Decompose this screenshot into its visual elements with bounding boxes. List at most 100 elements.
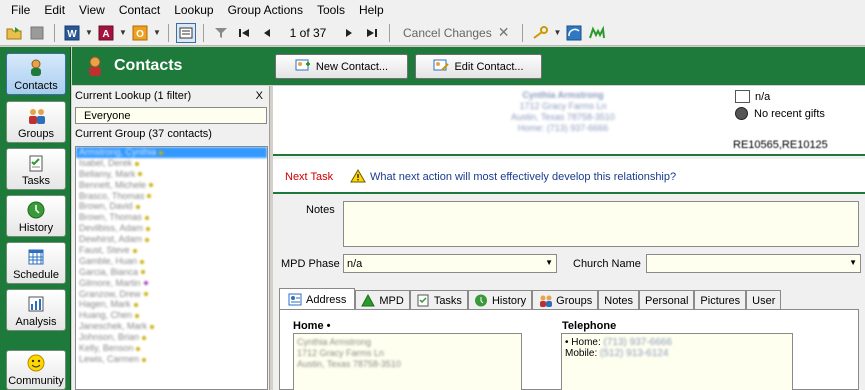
list-item[interactable]: Janeschek, Mark bbox=[76, 321, 267, 332]
record-counter: 1 of 37 bbox=[289, 25, 327, 40]
menu-contact[interactable]: Contact bbox=[112, 3, 167, 17]
mpd-phase-select[interactable]: n/a ▼ bbox=[343, 254, 557, 273]
menu-view[interactable]: View bbox=[72, 3, 112, 17]
groups-icon bbox=[27, 107, 45, 125]
previous-record-icon[interactable] bbox=[257, 23, 277, 43]
stop-icon[interactable] bbox=[27, 23, 47, 43]
list-item[interactable]: Lewis, Carmen bbox=[76, 354, 267, 365]
key-icon[interactable] bbox=[530, 23, 550, 43]
list-item[interactable]: Dewhirst, Adam bbox=[76, 234, 267, 245]
address-tab-panel: Home • Cynthia Armstrong 1712 Gracy Farm… bbox=[279, 309, 859, 390]
list-item[interactable]: Bennett, Michele bbox=[76, 180, 267, 191]
tab-pictures[interactable]: Pictures bbox=[694, 290, 747, 310]
last-record-icon[interactable] bbox=[362, 23, 382, 43]
sidebar-item-contacts[interactable]: Contacts bbox=[6, 53, 66, 95]
tab-history[interactable]: History bbox=[467, 290, 533, 310]
tab-notes[interactable]: Notes bbox=[598, 290, 639, 310]
contacts-header: Contacts New Contact... Edit Contact... bbox=[72, 47, 865, 85]
list-item[interactable]: Devilbiss, Adam bbox=[76, 223, 267, 234]
key-dropdown-icon[interactable]: ▼ bbox=[553, 28, 561, 37]
list-item[interactable]: Faust, Steve bbox=[76, 245, 267, 256]
next-task-prompt[interactable]: What next action will most effectively d… bbox=[370, 171, 676, 183]
sidebar-item-history[interactable]: History bbox=[6, 195, 66, 237]
new-contact-label: New Contact... bbox=[315, 60, 389, 73]
cancel-changes-button[interactable]: Cancel Changes ✕ bbox=[397, 24, 515, 41]
tab-label: MPD bbox=[379, 294, 404, 307]
tab-address[interactable]: Address bbox=[279, 288, 356, 310]
list-item[interactable]: Brasco, Thomas bbox=[76, 191, 267, 202]
list-item[interactable]: Bellamy, Mark bbox=[76, 169, 267, 180]
lookup-value-field[interactable]: Everyone bbox=[75, 107, 267, 124]
home-address-text: Cynthia Armstrong 1712 Gracy Farms Ln Au… bbox=[297, 337, 401, 369]
form-view-icon[interactable] bbox=[176, 22, 196, 43]
list-item[interactable]: Hagen, Mark bbox=[76, 299, 267, 310]
phone-mobile-label: Mobile: bbox=[565, 348, 598, 359]
notes-label: Notes bbox=[306, 204, 335, 216]
tab-mpd[interactable]: MPD bbox=[355, 290, 410, 310]
open-folder-icon[interactable] bbox=[4, 23, 24, 43]
gift-status-icon bbox=[735, 107, 748, 120]
menu-edit[interactable]: Edit bbox=[37, 3, 72, 17]
sync-icon[interactable] bbox=[564, 23, 584, 43]
chevron-down-icon: ▼ bbox=[545, 258, 553, 267]
list-item[interactable]: Armstrong, Cynthia bbox=[76, 147, 267, 158]
telephone-field[interactable]: • Home: (713) 937-6666 Mobile: (512) 913… bbox=[561, 333, 793, 390]
outlook-dropdown-icon[interactable]: ▼ bbox=[153, 28, 161, 37]
menu-file[interactable]: File bbox=[4, 3, 37, 17]
list-item[interactable]: Garcia, Bianca bbox=[76, 267, 267, 278]
access-dropdown-icon[interactable]: ▼ bbox=[119, 28, 127, 37]
notes-field[interactable] bbox=[343, 201, 859, 247]
filter-icon[interactable] bbox=[211, 23, 231, 43]
toolbar-separator bbox=[389, 23, 390, 42]
current-lookup-header: Current Lookup (1 filter) X bbox=[75, 90, 267, 102]
tasks-icon bbox=[416, 294, 430, 307]
sidebar-item-tasks[interactable]: Tasks bbox=[6, 148, 66, 190]
word-dropdown-icon[interactable]: ▼ bbox=[85, 28, 93, 37]
outlook-icon[interactable]: O bbox=[130, 23, 150, 43]
phone-home-row: • Home: (713) 937-6666 bbox=[565, 337, 672, 348]
list-item[interactable]: Huang, Chen bbox=[76, 310, 267, 321]
list-item[interactable]: Brown, David bbox=[76, 201, 267, 212]
sidebar-item-groups[interactable]: Groups bbox=[6, 101, 66, 143]
edit-contact-icon bbox=[433, 58, 450, 75]
telephone-heading: Telephone bbox=[562, 320, 617, 332]
church-name-select[interactable]: ▼ bbox=[646, 254, 861, 273]
contact-summary-card: Cynthia Armstrong 1712 Gracy Farms Ln Au… bbox=[273, 86, 865, 156]
mpd-icon[interactable] bbox=[587, 23, 607, 43]
list-item[interactable]: Kelly, Benson bbox=[76, 343, 267, 354]
detail-tabs: Address MPD Tasks History Groups Notes P… bbox=[279, 288, 782, 310]
smiley-icon bbox=[27, 354, 45, 372]
menu-lookup[interactable]: Lookup bbox=[167, 3, 220, 17]
list-item[interactable]: Johnson, Brian bbox=[76, 332, 267, 343]
home-address-field[interactable]: Cynthia Armstrong 1712 Gracy Farms Ln Au… bbox=[293, 333, 522, 390]
list-item[interactable]: Isabel, Derek bbox=[76, 158, 267, 169]
svg-text:O: O bbox=[136, 29, 144, 40]
status-checkbox[interactable] bbox=[735, 90, 750, 103]
sidebar-item-community[interactable]: Community bbox=[6, 350, 66, 390]
tab-tasks[interactable]: Tasks bbox=[409, 290, 468, 310]
word-icon[interactable]: W bbox=[62, 23, 82, 43]
sidebar-item-schedule[interactable]: Schedule bbox=[6, 242, 66, 284]
tab-groups[interactable]: Groups bbox=[532, 290, 599, 310]
list-item[interactable]: Brown, Thomas bbox=[76, 212, 267, 223]
new-contact-button[interactable]: New Contact... bbox=[275, 54, 408, 79]
menu-help[interactable]: Help bbox=[352, 3, 391, 17]
toolbar-separator bbox=[203, 23, 204, 42]
sidebar-item-analysis[interactable]: Analysis bbox=[6, 289, 66, 331]
sidebar-item-label: Community bbox=[8, 375, 64, 387]
page-title: Contacts bbox=[114, 57, 183, 74]
first-record-icon[interactable] bbox=[234, 23, 254, 43]
church-name-label: Church Name bbox=[573, 258, 641, 270]
menu-tools[interactable]: Tools bbox=[310, 3, 352, 17]
list-item[interactable]: Gamble, Huan bbox=[76, 256, 267, 267]
contact-list[interactable]: Armstrong, Cynthia Isabel, Derek Bellamy… bbox=[75, 146, 268, 390]
list-item[interactable]: Gilmore, Martin bbox=[76, 278, 267, 289]
clear-lookup-button[interactable]: X bbox=[256, 90, 263, 102]
next-record-icon[interactable] bbox=[339, 23, 359, 43]
tab-user[interactable]: User bbox=[746, 290, 782, 310]
list-item[interactable]: Granzow, Drew bbox=[76, 289, 267, 300]
access-icon[interactable]: A bbox=[96, 23, 116, 43]
tab-personal[interactable]: Personal bbox=[639, 290, 695, 310]
edit-contact-button[interactable]: Edit Contact... bbox=[415, 54, 542, 79]
menu-group-actions[interactable]: Group Actions bbox=[221, 3, 310, 17]
